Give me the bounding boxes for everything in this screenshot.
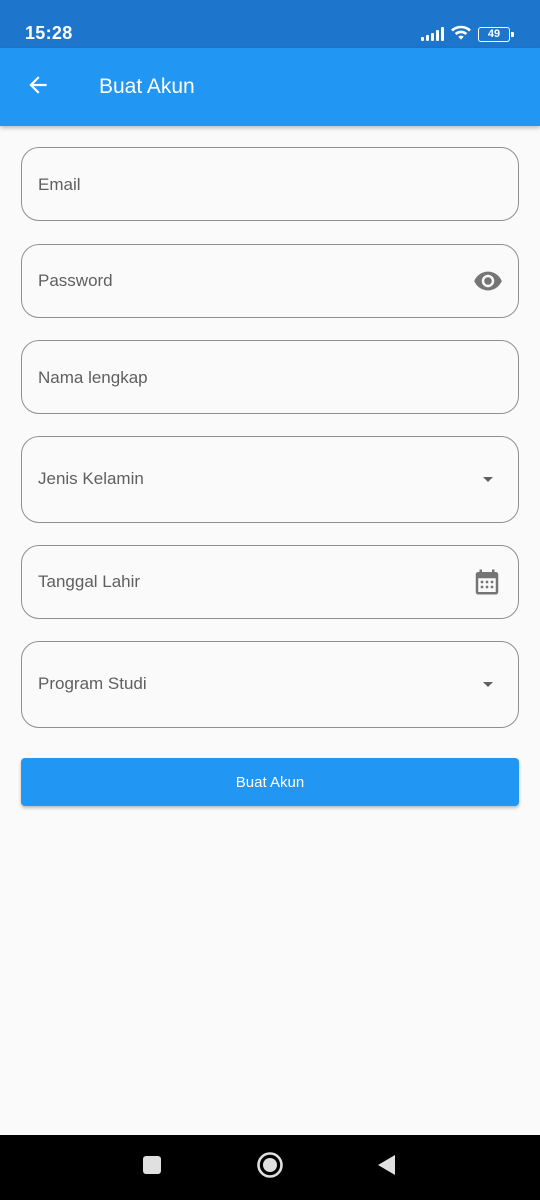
study-program-dropdown[interactable]: Program Studi bbox=[21, 641, 519, 728]
full-name-field[interactable]: Nama lengkap bbox=[21, 340, 519, 414]
home-button[interactable] bbox=[250, 1147, 290, 1187]
navigation-bar bbox=[0, 1135, 540, 1200]
email-field-label: Email bbox=[38, 175, 81, 194]
page-title: Buat Akun bbox=[99, 75, 195, 98]
full-name-field-label: Nama lengkap bbox=[38, 368, 148, 387]
wifi-icon bbox=[450, 23, 472, 46]
email-field[interactable]: Email bbox=[21, 147, 519, 221]
back-button[interactable] bbox=[14, 63, 62, 111]
eye-icon[interactable] bbox=[472, 268, 504, 294]
birth-date-field[interactable]: Tanggal Lahir bbox=[21, 545, 519, 619]
arrow-left-icon bbox=[25, 72, 51, 103]
calendar-icon[interactable] bbox=[472, 567, 502, 597]
status-icons: 49 bbox=[421, 23, 514, 46]
dropdown-arrow-icon bbox=[476, 469, 500, 489]
create-account-button[interactable]: Buat Akun bbox=[21, 758, 519, 806]
battery-level: 49 bbox=[487, 27, 501, 40]
birth-date-field-label: Tanggal Lahir bbox=[38, 572, 141, 591]
create-account-button-label: Buat Akun bbox=[235, 773, 305, 791]
status-time: 15:28 bbox=[25, 23, 73, 43]
password-field-label: Password bbox=[38, 271, 113, 290]
back-triangle-icon bbox=[375, 1153, 397, 1182]
recent-apps-icon bbox=[142, 1155, 162, 1180]
app-bar: Buat Akun bbox=[0, 48, 540, 126]
battery-icon: 49 bbox=[478, 26, 514, 42]
gender-dropdown-label: Jenis Kelamin bbox=[38, 469, 144, 488]
signal-icon bbox=[421, 27, 444, 41]
password-field[interactable]: Password bbox=[21, 244, 519, 318]
dropdown-arrow-icon bbox=[476, 674, 500, 694]
home-icon bbox=[256, 1151, 284, 1184]
study-program-dropdown-label: Program Studi bbox=[38, 674, 147, 693]
status-bar: 15:28 49 bbox=[0, 0, 540, 48]
recent-apps-button[interactable] bbox=[132, 1147, 172, 1187]
system-back-button[interactable] bbox=[366, 1147, 406, 1187]
gender-dropdown[interactable]: Jenis Kelamin bbox=[21, 436, 519, 523]
